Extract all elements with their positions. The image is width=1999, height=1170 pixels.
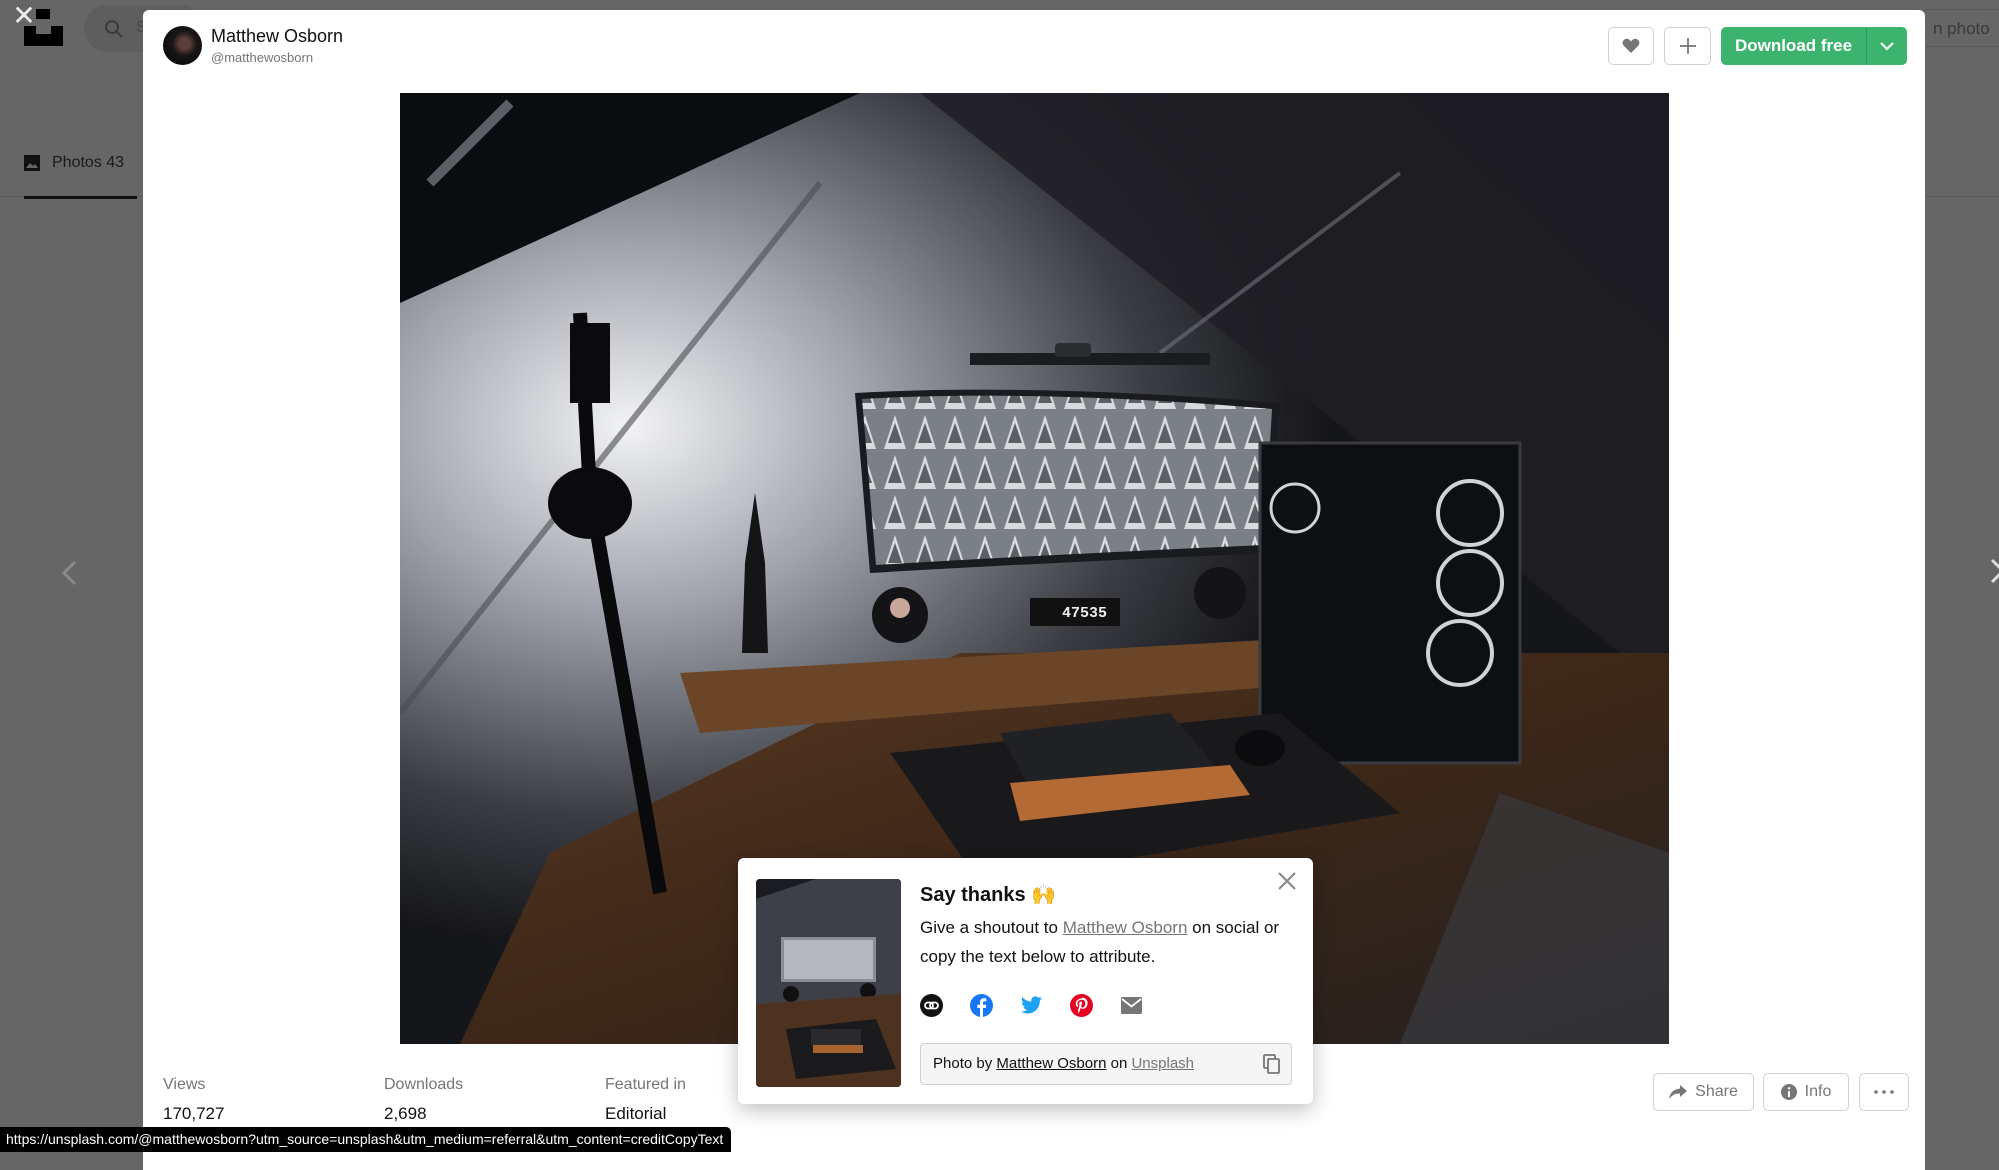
info-button[interactable]: Info xyxy=(1763,1073,1849,1111)
heart-icon xyxy=(1622,38,1640,53)
share-label: Share xyxy=(1695,1083,1738,1100)
copy-icon[interactable] xyxy=(1263,1054,1281,1074)
share-icon xyxy=(1669,1084,1688,1099)
body-prefix: Give a shoutout to xyxy=(920,918,1063,937)
tab-photos-label: Photos xyxy=(52,154,102,171)
share-button[interactable]: Share xyxy=(1653,1073,1754,1111)
more-horizontal-icon xyxy=(1874,1090,1894,1094)
say-thanks-title: Say thanks 🙌 xyxy=(920,882,1056,907)
download-options-button[interactable] xyxy=(1867,27,1907,65)
raising-hands-emoji: 🙌 xyxy=(1031,884,1057,906)
stat-label: Views xyxy=(163,1076,206,1093)
twitter-icon[interactable] xyxy=(1020,994,1043,1017)
author-name[interactable]: Matthew Osborn xyxy=(211,26,343,47)
chevron-right-icon[interactable] xyxy=(1988,558,1999,584)
tab-photos[interactable]: Photos 43 xyxy=(24,154,124,172)
stat-label: Downloads xyxy=(384,1076,464,1093)
download-button[interactable]: Download free xyxy=(1721,27,1867,65)
tab-photos-count: 43 xyxy=(106,154,125,171)
popup-thumbnail xyxy=(756,879,901,1087)
image-icon xyxy=(24,155,40,171)
email-icon[interactable] xyxy=(1120,994,1143,1017)
attribution-middle: on xyxy=(1106,1055,1132,1072)
tab-active-indicator xyxy=(24,196,137,199)
social-share-icons xyxy=(920,994,1143,1017)
stat-views: Views 170,727 xyxy=(163,1076,384,1124)
like-button[interactable] xyxy=(1608,27,1654,65)
stat-value: 170,727 xyxy=(163,1104,225,1123)
chevron-down-icon xyxy=(1880,41,1894,51)
attribution-author-link[interactable]: Matthew Osborn xyxy=(996,1055,1106,1072)
attribution-site-link[interactable]: Unsplash xyxy=(1131,1055,1194,1072)
attribution-text-box[interactable]: Photo by Matthew Osborn on Unsplash xyxy=(920,1043,1292,1085)
say-thanks-popup: Say thanks 🙌 Give a shoutout to Matthew … xyxy=(738,858,1313,1104)
chevron-left-icon[interactable] xyxy=(60,560,80,586)
author-handle[interactable]: @matthewosborn xyxy=(211,50,313,65)
photo-stats: Views 170,727 Downloads 2,698 Featured i… xyxy=(163,1076,826,1124)
stat-value: 2,698 xyxy=(384,1104,427,1123)
search-icon xyxy=(105,20,123,38)
add-to-collection-button[interactable] xyxy=(1664,27,1711,65)
close-icon[interactable] xyxy=(1276,870,1298,892)
download-button-group: Download free xyxy=(1721,27,1907,65)
close-icon[interactable]: ✕ xyxy=(12,2,36,30)
clock-display: 47535 xyxy=(1062,605,1107,622)
submit-photo-button[interactable]: n photo xyxy=(1920,9,1999,47)
say-thanks-body: Give a shoutout to Matthew Osborn on soc… xyxy=(920,913,1300,971)
info-icon xyxy=(1780,1084,1797,1100)
facebook-icon[interactable] xyxy=(970,994,993,1017)
plus-icon xyxy=(1679,38,1696,54)
stat-downloads: Downloads 2,698 xyxy=(384,1076,605,1124)
featured-in-link[interactable]: Editorial xyxy=(605,1104,826,1124)
link-icon[interactable] xyxy=(920,994,943,1017)
author-link[interactable]: Matthew Osborn xyxy=(1063,918,1188,937)
title-text: Say thanks xyxy=(920,884,1026,906)
info-label: Info xyxy=(1804,1083,1832,1100)
more-actions-button[interactable] xyxy=(1859,1073,1909,1111)
pinterest-icon[interactable] xyxy=(1070,994,1093,1017)
status-bar-url: https://unsplash.com/@matthewosborn?utm_… xyxy=(0,1127,732,1152)
attribution-prefix: Photo by xyxy=(933,1055,997,1072)
avatar[interactable] xyxy=(163,26,202,65)
